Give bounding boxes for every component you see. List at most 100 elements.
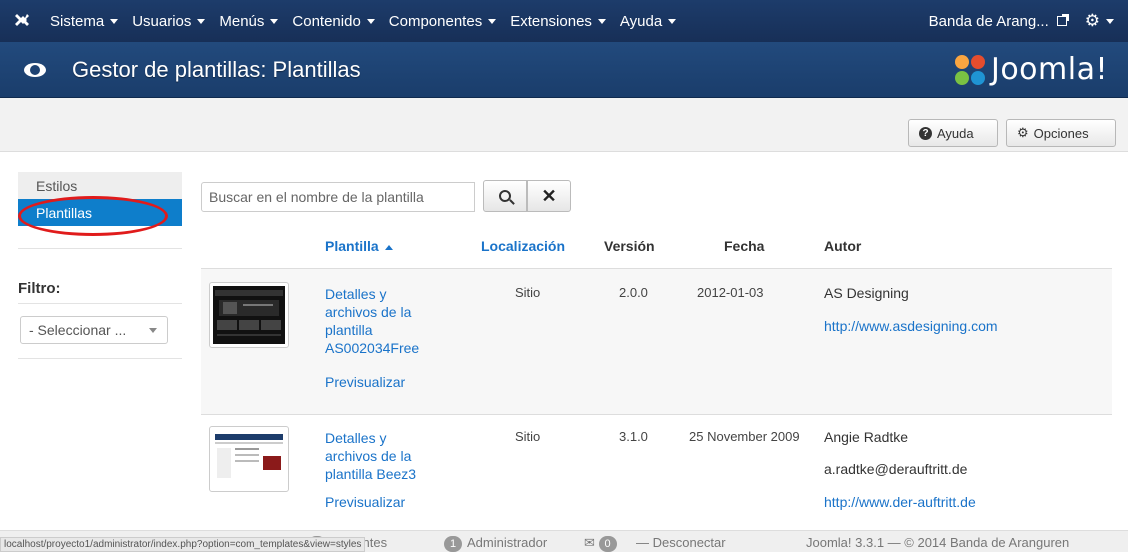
- caret-down-icon: [110, 18, 119, 24]
- page-title: Gestor de plantillas: Plantillas: [72, 56, 361, 82]
- date-cell: 2012-01-03: [697, 285, 764, 300]
- column-header-label: Fecha: [724, 238, 765, 254]
- toolbar: ? Ayuda ⚙ Opciones: [0, 98, 1128, 152]
- menu-label: Ayuda: [619, 12, 663, 30]
- options-label: Opciones: [1033, 125, 1089, 141]
- chevron-down-icon: [149, 328, 157, 333]
- gear-icon: ⚙: [1084, 11, 1100, 30]
- preview-link[interactable]: Previsualizar: [325, 373, 405, 391]
- admin-badge: 1: [444, 536, 462, 552]
- navbar-right: Banda de Arang... ⚙: [917, 0, 1128, 42]
- menu-extensiones[interactable]: Extensiones: [504, 13, 614, 30]
- caret-down-icon: [270, 18, 279, 24]
- link-line: AS002034Free: [325, 340, 420, 356]
- caret-down-icon: [488, 18, 497, 24]
- column-header-plantilla[interactable]: Plantilla: [325, 238, 393, 254]
- author-url-link[interactable]: http://www.asdesigning.com: [824, 317, 998, 335]
- author-email[interactable]: a.radtke@derauftritt.de: [824, 461, 967, 477]
- options-button[interactable]: ⚙ Opciones: [1006, 119, 1116, 147]
- date-cell: 25 November 2009: [689, 429, 800, 444]
- site-link[interactable]: Banda de Arang...: [917, 13, 1079, 30]
- caret-down-icon: [668, 18, 677, 24]
- menu-label: Componentes: [388, 12, 483, 30]
- author-url-link[interactable]: http://www.der-auftritt.de: [824, 493, 976, 511]
- table-row: Detalles y archivos de la plantilla Beez…: [201, 414, 1112, 514]
- close-icon: ✕: [541, 185, 557, 206]
- column-header-label: Localización: [481, 238, 566, 254]
- location-cell: Sitio: [515, 429, 541, 444]
- eye-icon: [24, 61, 52, 79]
- page-header: Gestor de plantillas: Plantillas Joomla!: [0, 42, 1128, 98]
- template-details-link[interactable]: Detalles y archivos de la plantilla Beez…: [325, 429, 416, 483]
- menu-menus[interactable]: Menús: [213, 13, 286, 30]
- menu-sistema[interactable]: Sistema: [44, 13, 126, 30]
- link-line: plantilla: [325, 322, 373, 338]
- column-header-autor: Autor: [824, 238, 861, 254]
- menu-usuarios[interactable]: Usuarios: [126, 13, 213, 30]
- location-cell: Sitio: [515, 285, 541, 300]
- link-line: archivos de la: [325, 448, 412, 464]
- link-line: plantilla Beez3: [325, 466, 417, 482]
- column-header-fecha: Fecha: [724, 238, 764, 254]
- sidebar-item-estilos[interactable]: Estilos: [18, 172, 182, 199]
- brand-text: Joomla!: [990, 52, 1108, 87]
- envelope-icon: ✉: [584, 535, 595, 550]
- sidebar: Estilos Plantillas: [18, 172, 182, 236]
- column-header-label: Plantilla: [325, 238, 379, 254]
- sort-asc-icon: [384, 244, 393, 250]
- menu-ayuda[interactable]: Ayuda: [614, 13, 684, 30]
- table-row: Detalles y archivos de la plantilla AS00…: [201, 268, 1112, 414]
- caret-down-icon: [1106, 18, 1114, 24]
- caret-down-icon: [597, 18, 606, 24]
- link-line: Detalles y: [325, 430, 387, 446]
- menu-label: Usuarios: [132, 12, 192, 30]
- external-link-icon: [1056, 14, 1069, 26]
- clear-button[interactable]: ✕: [527, 180, 571, 212]
- divider: [18, 358, 182, 359]
- user-settings-menu[interactable]: ⚙: [1079, 11, 1128, 31]
- link-line: Detalles y: [325, 286, 387, 302]
- search-icon: [499, 190, 511, 202]
- preview-link[interactable]: Previsualizar: [325, 493, 405, 511]
- template-preview-image: [213, 430, 285, 488]
- menu-label: Extensiones: [510, 12, 592, 30]
- author-name: Angie Radtke: [824, 429, 909, 445]
- help-button[interactable]: ? Ayuda: [908, 119, 998, 147]
- messages-badge: 0: [598, 536, 617, 552]
- menu-contenido[interactable]: Contenido: [286, 13, 382, 30]
- template-thumbnail[interactable]: [209, 426, 289, 492]
- template-preview-image: [213, 286, 285, 344]
- menu-label: Menús: [219, 12, 265, 30]
- footer-copyright: Joomla! 3.3.1 — © 2014 Banda de Arangure…: [806, 535, 1070, 550]
- joomla-logo-icon[interactable]: [0, 0, 44, 42]
- minus-icon: —: [636, 535, 649, 550]
- admin-indicator: 1 Administrador: [444, 535, 547, 552]
- caret-down-icon: [366, 18, 375, 24]
- help-label: Ayuda: [937, 125, 974, 141]
- template-details-link[interactable]: Detalles y archivos de la plantilla AS00…: [325, 285, 419, 357]
- messages-indicator[interactable]: ✉ 0: [584, 535, 622, 552]
- sidebar-item-label: Estilos: [36, 177, 78, 194]
- column-header-localizacion[interactable]: Localización: [481, 238, 565, 254]
- search-button[interactable]: [483, 180, 527, 212]
- version-cell: 3.1.0: [619, 429, 648, 444]
- status-bar: 0Visitantes 1Administrador ✉ 0 — Descone…: [0, 530, 1128, 552]
- logout-link[interactable]: — Desconectar: [636, 535, 726, 550]
- template-thumbnail[interactable]: [209, 282, 289, 348]
- author-name: AS Designing: [824, 285, 909, 301]
- menu-label: Sistema: [50, 12, 105, 30]
- menu-componentes[interactable]: Componentes: [383, 13, 504, 30]
- link-url-tooltip: localhost/proyecto1/administrator/index.…: [0, 537, 366, 552]
- gear-icon: ⚙: [1017, 125, 1029, 140]
- filter-label: Filtro:: [18, 280, 61, 297]
- joomla-mark-icon: [953, 53, 987, 87]
- admin-label: Administrador: [467, 535, 548, 550]
- version-cell: 2.0.0: [619, 285, 648, 300]
- divider: [18, 248, 182, 249]
- filter-select[interactable]: - Seleccionar ...: [20, 316, 168, 344]
- sidebar-item-plantillas[interactable]: Plantillas: [18, 199, 182, 226]
- search-input[interactable]: Buscar en el nombre de la plantilla: [201, 182, 475, 212]
- search-placeholder: Buscar en el nombre de la plantilla: [209, 189, 424, 205]
- column-header-label: Autor: [824, 238, 862, 254]
- joomla-brand-logo: Joomla!: [953, 52, 1108, 87]
